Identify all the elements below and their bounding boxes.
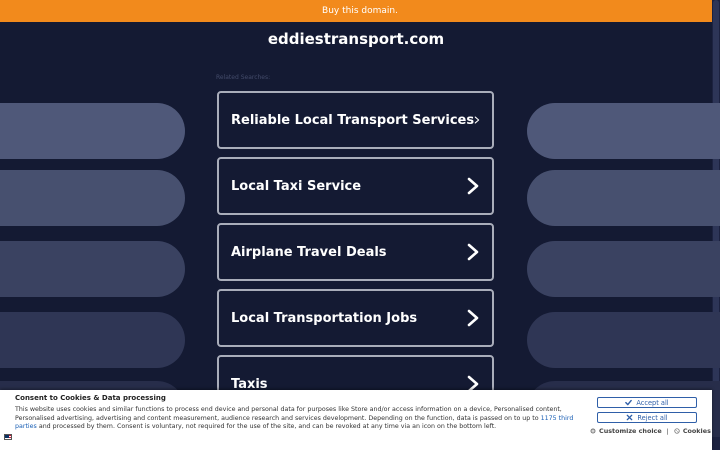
consent-text-part: This website uses cookies and similar fu… (15, 406, 562, 422)
decorative-pill (0, 103, 185, 159)
accept-all-label: Accept all (636, 398, 669, 407)
accept-all-button[interactable]: Accept all (597, 397, 697, 408)
cookies-link[interactable]: Cookies (683, 427, 711, 435)
reject-all-label: Reject all (637, 413, 668, 422)
chevron-right-icon (467, 177, 479, 195)
related-link-label: Reliable Local Transport Services (231, 112, 475, 128)
checkmark-icon (625, 399, 633, 406)
consent-text-part: and processed by them. Consent is volunt… (36, 423, 497, 431)
decorative-pill (527, 312, 720, 368)
reject-all-button[interactable]: Reject all (597, 412, 697, 423)
customize-choice-link[interactable]: Customize choice (599, 427, 662, 435)
buy-domain-text: Buy this domain. (322, 6, 398, 16)
consent-text: This website uses cookies and similar fu… (15, 406, 585, 432)
related-searches-label: Related Searches: (216, 74, 271, 81)
related-link-local-taxi-service[interactable]: Local Taxi Service (217, 157, 494, 215)
related-link-local-transportation-jobs[interactable]: Local Transportation Jobs (217, 289, 494, 347)
decorative-pill (0, 312, 185, 368)
us-flag-icon[interactable] (4, 434, 12, 440)
decorative-pill (527, 241, 720, 297)
consent-title: Consent to Cookies & Data processing (15, 394, 166, 402)
related-link-label: Local Taxi Service (231, 178, 362, 194)
decorative-pill (527, 103, 720, 159)
decorative-pill (527, 170, 720, 226)
link-separator: | (666, 427, 669, 435)
decorative-pill (0, 241, 185, 297)
cookie-icon (674, 428, 680, 434)
buy-domain-banner[interactable]: Buy this domain. (0, 0, 720, 22)
domain-title: eddiestransport.com (267, 30, 445, 48)
related-link-airplane-travel-deals[interactable]: Airplane Travel Deals (217, 223, 494, 281)
related-link-label: Airplane Travel Deals (231, 244, 387, 260)
chevron-right-icon (474, 116, 480, 124)
related-link-label: Local Transportation Jobs (231, 310, 418, 326)
chevron-right-icon (467, 309, 479, 327)
related-link-reliable-local-transport[interactable]: Reliable Local Transport Services (217, 91, 494, 149)
close-icon (626, 414, 633, 421)
consent-secondary-links: Customize choice | Cookies (590, 427, 711, 435)
chevron-right-icon (467, 243, 479, 261)
gear-icon (590, 428, 596, 434)
decorative-pill (0, 170, 185, 226)
